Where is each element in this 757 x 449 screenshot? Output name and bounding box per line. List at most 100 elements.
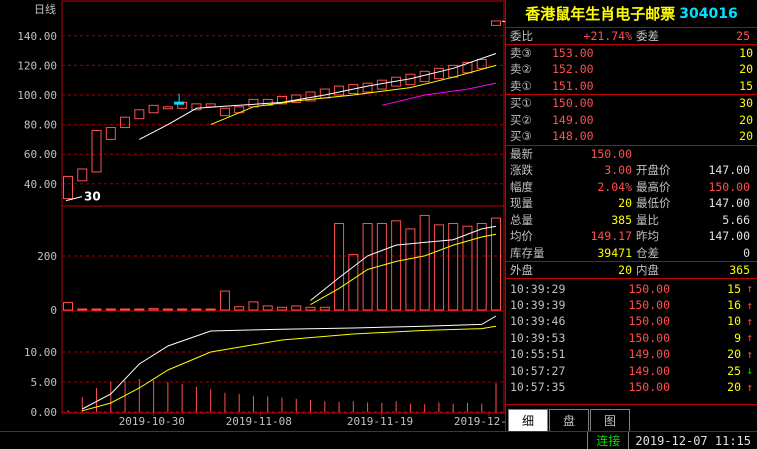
- price-tick-label: 140.00: [17, 30, 57, 43]
- tick-row: 10:57:27 149.00 25 ↓: [506, 362, 757, 378]
- candle: [491, 20, 501, 26]
- candle: [105, 127, 116, 140]
- tick-time: 10:55:51: [510, 347, 566, 362]
- tab-chart[interactable]: 图: [590, 409, 630, 431]
- volume-bar: [419, 214, 430, 311]
- buy-volume: 30: [739, 96, 753, 111]
- sell-row-3[interactable]: 卖③ 153.00 10: [506, 45, 757, 62]
- period-label: 日线: [34, 2, 56, 16]
- sell-price: 151.00: [552, 78, 594, 93]
- price-tick-label: 100.00: [17, 89, 57, 102]
- date-tick-label: 2019-11-19: [347, 415, 413, 428]
- sell-label: 卖③: [510, 45, 532, 60]
- stat-row: 均价 149.17 昨均 147.00: [506, 228, 757, 245]
- stat-value: 39471: [597, 245, 632, 260]
- tick-row: 10:39:46 150.00 10 ↑: [506, 313, 757, 329]
- candle: [63, 175, 73, 200]
- tick-time: 10:39:39: [510, 298, 566, 313]
- volume-bar: [391, 220, 402, 311]
- buy-row-1[interactable]: 买① 150.00 30: [506, 95, 757, 112]
- volume-bar: [248, 301, 259, 311]
- date-tick-label: 2019-11-08: [226, 415, 292, 428]
- stat-label: 仓差: [636, 245, 659, 260]
- stat-label: 均价: [510, 229, 533, 244]
- sell-row-2[interactable]: 卖② 152.00 20: [506, 61, 757, 78]
- stat-label: 最低价: [636, 196, 671, 211]
- weibi-label: 委比: [510, 28, 533, 43]
- volume-bar: [262, 305, 273, 311]
- tick-price: 150.00: [628, 298, 670, 313]
- buy-label: 买①: [510, 96, 532, 111]
- candle: [162, 106, 173, 110]
- buy-volume: 20: [739, 112, 753, 127]
- up-arrow-icon: ↑: [746, 331, 753, 345]
- stat-label: 开盘价: [636, 163, 671, 178]
- stat-value: 147.00: [708, 196, 750, 211]
- buy-row-2[interactable]: 买② 149.00 20: [506, 112, 757, 129]
- candle: [205, 103, 216, 108]
- volume-bar: [291, 305, 302, 311]
- candle: [191, 103, 202, 111]
- volume-bar: [162, 308, 173, 311]
- stat-value: 150.00: [708, 179, 750, 194]
- tab-detail[interactable]: 细: [508, 409, 548, 431]
- volume-bar: [134, 308, 145, 311]
- tick-list[interactable]: 10:39:29 150.00 15 ↑ 10:39:39 150.00 16 …: [506, 279, 757, 396]
- sell-row-1[interactable]: 卖① 151.00 15: [506, 78, 757, 95]
- kline-chart[interactable]: 日线 140.00 120.00 100.00 80.00 60.00 40.00 200 0 1…: [0, 0, 505, 431]
- volume-bar: [362, 223, 373, 311]
- stat-value: 0: [743, 245, 750, 260]
- buy-price: 150.00: [552, 96, 594, 111]
- waipan-neipan-row: 外盘 20 内盘 365: [506, 262, 757, 279]
- buy-price: 149.00: [552, 112, 594, 127]
- volume-bar: [405, 228, 416, 311]
- quote-panel: 香港鼠年生肖电子邮票 304016 委比 +21.74% 委差 25 卖③ 15…: [505, 0, 757, 431]
- waipan-value: 20: [618, 262, 632, 277]
- volume-bar: [219, 290, 230, 311]
- tick-time: 10:39:46: [510, 314, 566, 329]
- tick-time: 10:57:27: [510, 363, 566, 378]
- tick-price: 149.00: [628, 363, 670, 378]
- indicator-tick-label: 10.00: [24, 346, 57, 359]
- volume-bar: [105, 308, 116, 311]
- status-clock: 2019-12-07 11:15: [628, 432, 757, 449]
- stat-label: 幅度: [510, 179, 533, 194]
- stat-value: 150.00: [590, 146, 632, 161]
- sell-orders: 卖③ 153.00 10 卖② 152.00 20 卖① 151.00 15: [506, 45, 757, 95]
- buy-label: 买③: [510, 129, 532, 144]
- tick-price: 150.00: [628, 380, 670, 395]
- candle: [319, 88, 330, 99]
- candle: [91, 130, 102, 173]
- down-arrow-icon: ↓: [746, 364, 753, 378]
- price-tick-label: 40.00: [24, 178, 57, 191]
- neipan-label: 内盘: [636, 262, 659, 277]
- tick-row: 10:39:53 150.00 9 ↑: [506, 330, 757, 346]
- buy-row-3[interactable]: 买③ 148.00 20: [506, 128, 757, 145]
- tab-orderbook[interactable]: 盘: [549, 409, 589, 431]
- stat-value: 20: [618, 196, 632, 211]
- stat-label: 总量: [510, 212, 533, 227]
- tick-volume: 20: [727, 380, 741, 395]
- stat-row: 现量 20 最低价 147.00: [506, 195, 757, 212]
- up-arrow-icon: ↑: [746, 298, 753, 312]
- up-arrow-icon: ↑: [746, 282, 753, 296]
- connection-status[interactable]: 连接: [587, 432, 628, 449]
- kline-chart-area[interactable]: 日线 140.00 120.00 100.00 80.00 60.00 40.00 200 0 1…: [0, 0, 505, 431]
- candle: [219, 107, 230, 117]
- volume-bar: [334, 223, 345, 311]
- tick-price: 150.00: [628, 314, 670, 329]
- stat-label: 最高价: [636, 179, 671, 194]
- tick-price: 150.00: [628, 330, 670, 345]
- date-tick-label: 2019-12-07: [454, 415, 505, 428]
- sell-price: 153.00: [552, 45, 594, 60]
- volume-bar: [63, 301, 73, 311]
- buy-orders: 买① 150.00 30 买② 149.00 20 买③ 148.00 20: [506, 95, 757, 146]
- up-arrow-icon: ↑: [746, 314, 753, 328]
- tick-volume: 16: [727, 298, 741, 313]
- volume-tick-label: 0: [50, 304, 57, 317]
- panel-tabs: 细 盘 图: [506, 404, 757, 431]
- sell-volume: 15: [739, 78, 753, 93]
- candle: [362, 82, 373, 93]
- candle: [148, 104, 159, 114]
- buy-volume: 20: [739, 129, 753, 144]
